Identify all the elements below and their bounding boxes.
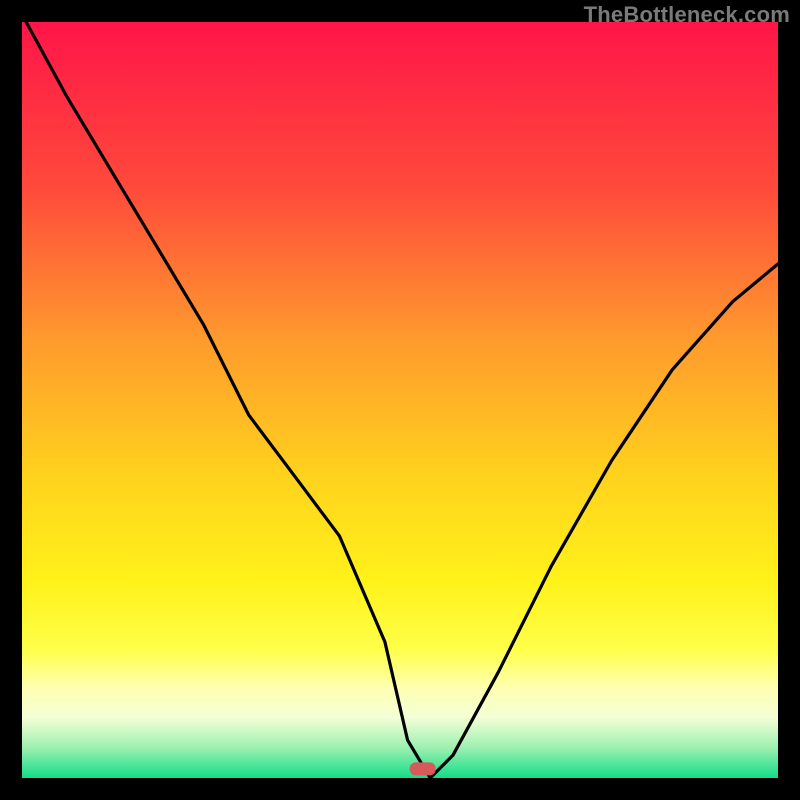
- plot-area: [22, 22, 778, 778]
- chart-frame: TheBottleneck.com: [0, 0, 800, 800]
- chart-svg: [22, 22, 778, 778]
- chart-background: [22, 22, 778, 778]
- min-marker-icon: [410, 762, 436, 775]
